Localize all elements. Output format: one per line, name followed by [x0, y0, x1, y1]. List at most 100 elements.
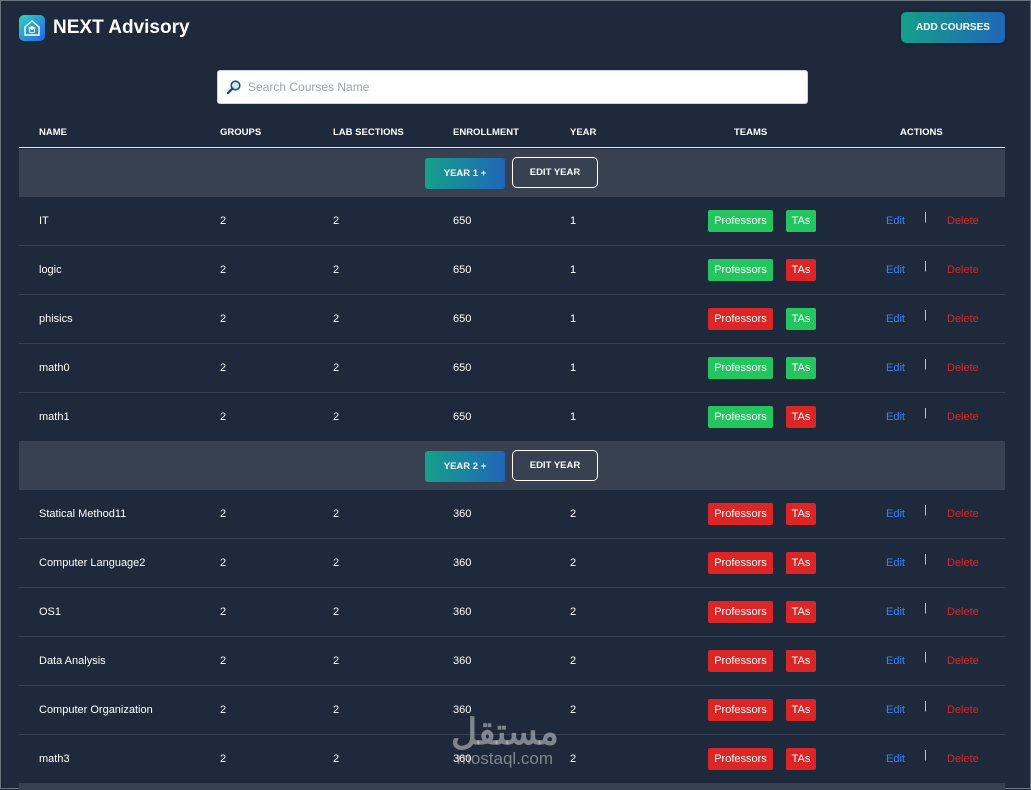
course-groups: 2 [220, 606, 227, 618]
tas-badge[interactable]: TAs [786, 503, 816, 525]
professors-badge[interactable]: Professors [708, 210, 773, 232]
course-year: 2 [570, 606, 577, 618]
edit-year-button[interactable]: EDIT YEAR [512, 450, 598, 481]
delete-link[interactable]: Delete [947, 704, 979, 716]
tas-badge[interactable]: TAs [786, 601, 816, 623]
professors-badge[interactable]: Professors [708, 699, 773, 721]
tas-badge[interactable]: TAs [786, 650, 816, 672]
search-input[interactable] [246, 79, 790, 95]
year-section-row: YEAR 2 + EDIT YEAR [19, 442, 1005, 490]
course-enrollment: 360 [453, 606, 472, 618]
professors-badge[interactable]: Professors [708, 406, 773, 428]
edit-link[interactable]: Edit [886, 753, 905, 765]
action-separator: | [924, 407, 927, 419]
professors-badge[interactable]: Professors [708, 748, 773, 770]
edit-link[interactable]: Edit [886, 508, 905, 520]
tas-badge[interactable]: TAs [786, 259, 816, 281]
tas-badge[interactable]: TAs [786, 406, 816, 428]
course-groups: 2 [220, 704, 227, 716]
table-header: NAME GROUPS LAB SECTIONS ENROLLMENT YEAR… [19, 117, 1005, 148]
action-separator: | [924, 749, 927, 761]
course-enrollment: 650 [453, 411, 472, 423]
course-lab-sections: 2 [333, 655, 340, 667]
edit-year-button[interactable]: EDIT YEAR [512, 157, 598, 188]
professors-badge[interactable]: Professors [708, 357, 773, 379]
edit-link[interactable]: Edit [886, 655, 905, 667]
tas-badge[interactable]: TAs [786, 552, 816, 574]
action-separator: | [924, 651, 927, 663]
action-separator: | [924, 602, 927, 614]
delete-link[interactable]: Delete [947, 313, 979, 325]
professors-badge[interactable]: Professors [708, 503, 773, 525]
year-add-button[interactable]: YEAR 1 + [425, 158, 505, 189]
delete-link[interactable]: Delete [947, 411, 979, 423]
course-groups: 2 [220, 362, 227, 374]
course-lab-sections: 2 [333, 704, 340, 716]
delete-link[interactable]: Delete [947, 215, 979, 227]
course-year: 1 [570, 264, 577, 276]
tas-badge[interactable]: TAs [786, 308, 816, 330]
course-lab-sections: 2 [333, 313, 340, 325]
course-lab-sections: 2 [333, 264, 340, 276]
year-add-button[interactable]: YEAR 2 + [425, 451, 505, 482]
edit-link[interactable]: Edit [886, 313, 905, 325]
course-year: 1 [570, 215, 577, 227]
course-enrollment: 360 [453, 508, 472, 520]
column-header-enrollment: ENROLLMENT [453, 127, 519, 138]
delete-link[interactable]: Delete [947, 753, 979, 765]
tas-badge[interactable]: TAs [786, 357, 816, 379]
tas-badge[interactable]: TAs [786, 210, 816, 232]
delete-link[interactable]: Delete [947, 606, 979, 618]
course-name: math0 [39, 362, 70, 374]
course-name: Statical Method11 [39, 508, 127, 520]
professors-badge[interactable]: Professors [708, 259, 773, 281]
table-row: Computer Organization 2 2 360 2 Professors TAs… [19, 686, 1005, 735]
delete-link[interactable]: Delete [947, 362, 979, 374]
professors-badge[interactable]: Professors [708, 308, 773, 330]
tas-badge[interactable]: TAs [786, 748, 816, 770]
table-row: Data Analysis 2 2 360 2 Professors TAs Edit | Del… [19, 637, 1005, 686]
course-enrollment: 360 [453, 704, 472, 716]
course-groups: 2 [220, 215, 227, 227]
column-header-groups: GROUPS [220, 127, 262, 138]
professors-badge[interactable]: Professors [708, 601, 773, 623]
tas-badge[interactable]: TAs [786, 699, 816, 721]
edit-link[interactable]: Edit [886, 606, 905, 618]
course-enrollment: 360 [453, 655, 472, 667]
action-separator: | [924, 260, 927, 272]
course-name: IT [39, 215, 49, 227]
table-row: math0 2 2 650 1 Professors TAs Edit | Delete [19, 344, 1005, 393]
delete-link[interactable]: Delete [947, 557, 979, 569]
course-year: 1 [570, 411, 577, 423]
table-row: Computer Language2 2 2 360 2 Professors TAs Edi… [19, 539, 1005, 588]
course-name: OS1 [39, 606, 62, 618]
table-row: Statical Method11 2 2 360 2 Professors TAs Edit… [19, 490, 1005, 539]
edit-link[interactable]: Edit [886, 557, 905, 569]
edit-link[interactable]: Edit [886, 362, 905, 374]
course-enrollment: 650 [453, 215, 472, 227]
course-lab-sections: 2 [333, 753, 340, 765]
course-lab-sections: 2 [333, 411, 340, 423]
add-courses-button[interactable]: ADD COURSES [901, 12, 1005, 43]
professors-badge[interactable]: Professors [708, 552, 773, 574]
course-name: Computer Language2 [39, 557, 146, 569]
edit-link[interactable]: Edit [886, 215, 905, 227]
course-year: 1 [570, 362, 577, 374]
course-enrollment: 360 [453, 753, 472, 765]
edit-link[interactable]: Edit [886, 411, 905, 423]
professors-badge[interactable]: Professors [708, 650, 773, 672]
column-header-lab-sections: LAB SECTIONS [333, 127, 404, 138]
course-name: Computer Organization [39, 704, 153, 716]
delete-link[interactable]: Delete [947, 655, 979, 667]
edit-link[interactable]: Edit [886, 264, 905, 276]
table-row: IT 2 2 650 1 Professors TAs Edit | Delete [19, 197, 1005, 246]
edit-link[interactable]: Edit [886, 704, 905, 716]
course-groups: 2 [220, 655, 227, 667]
course-year: 2 [570, 557, 577, 569]
course-groups: 2 [220, 557, 227, 569]
delete-link[interactable]: Delete [947, 264, 979, 276]
course-lab-sections: 2 [333, 215, 340, 227]
graduation-home-icon[interactable] [19, 15, 45, 41]
course-enrollment: 650 [453, 313, 472, 325]
delete-link[interactable]: Delete [947, 508, 979, 520]
